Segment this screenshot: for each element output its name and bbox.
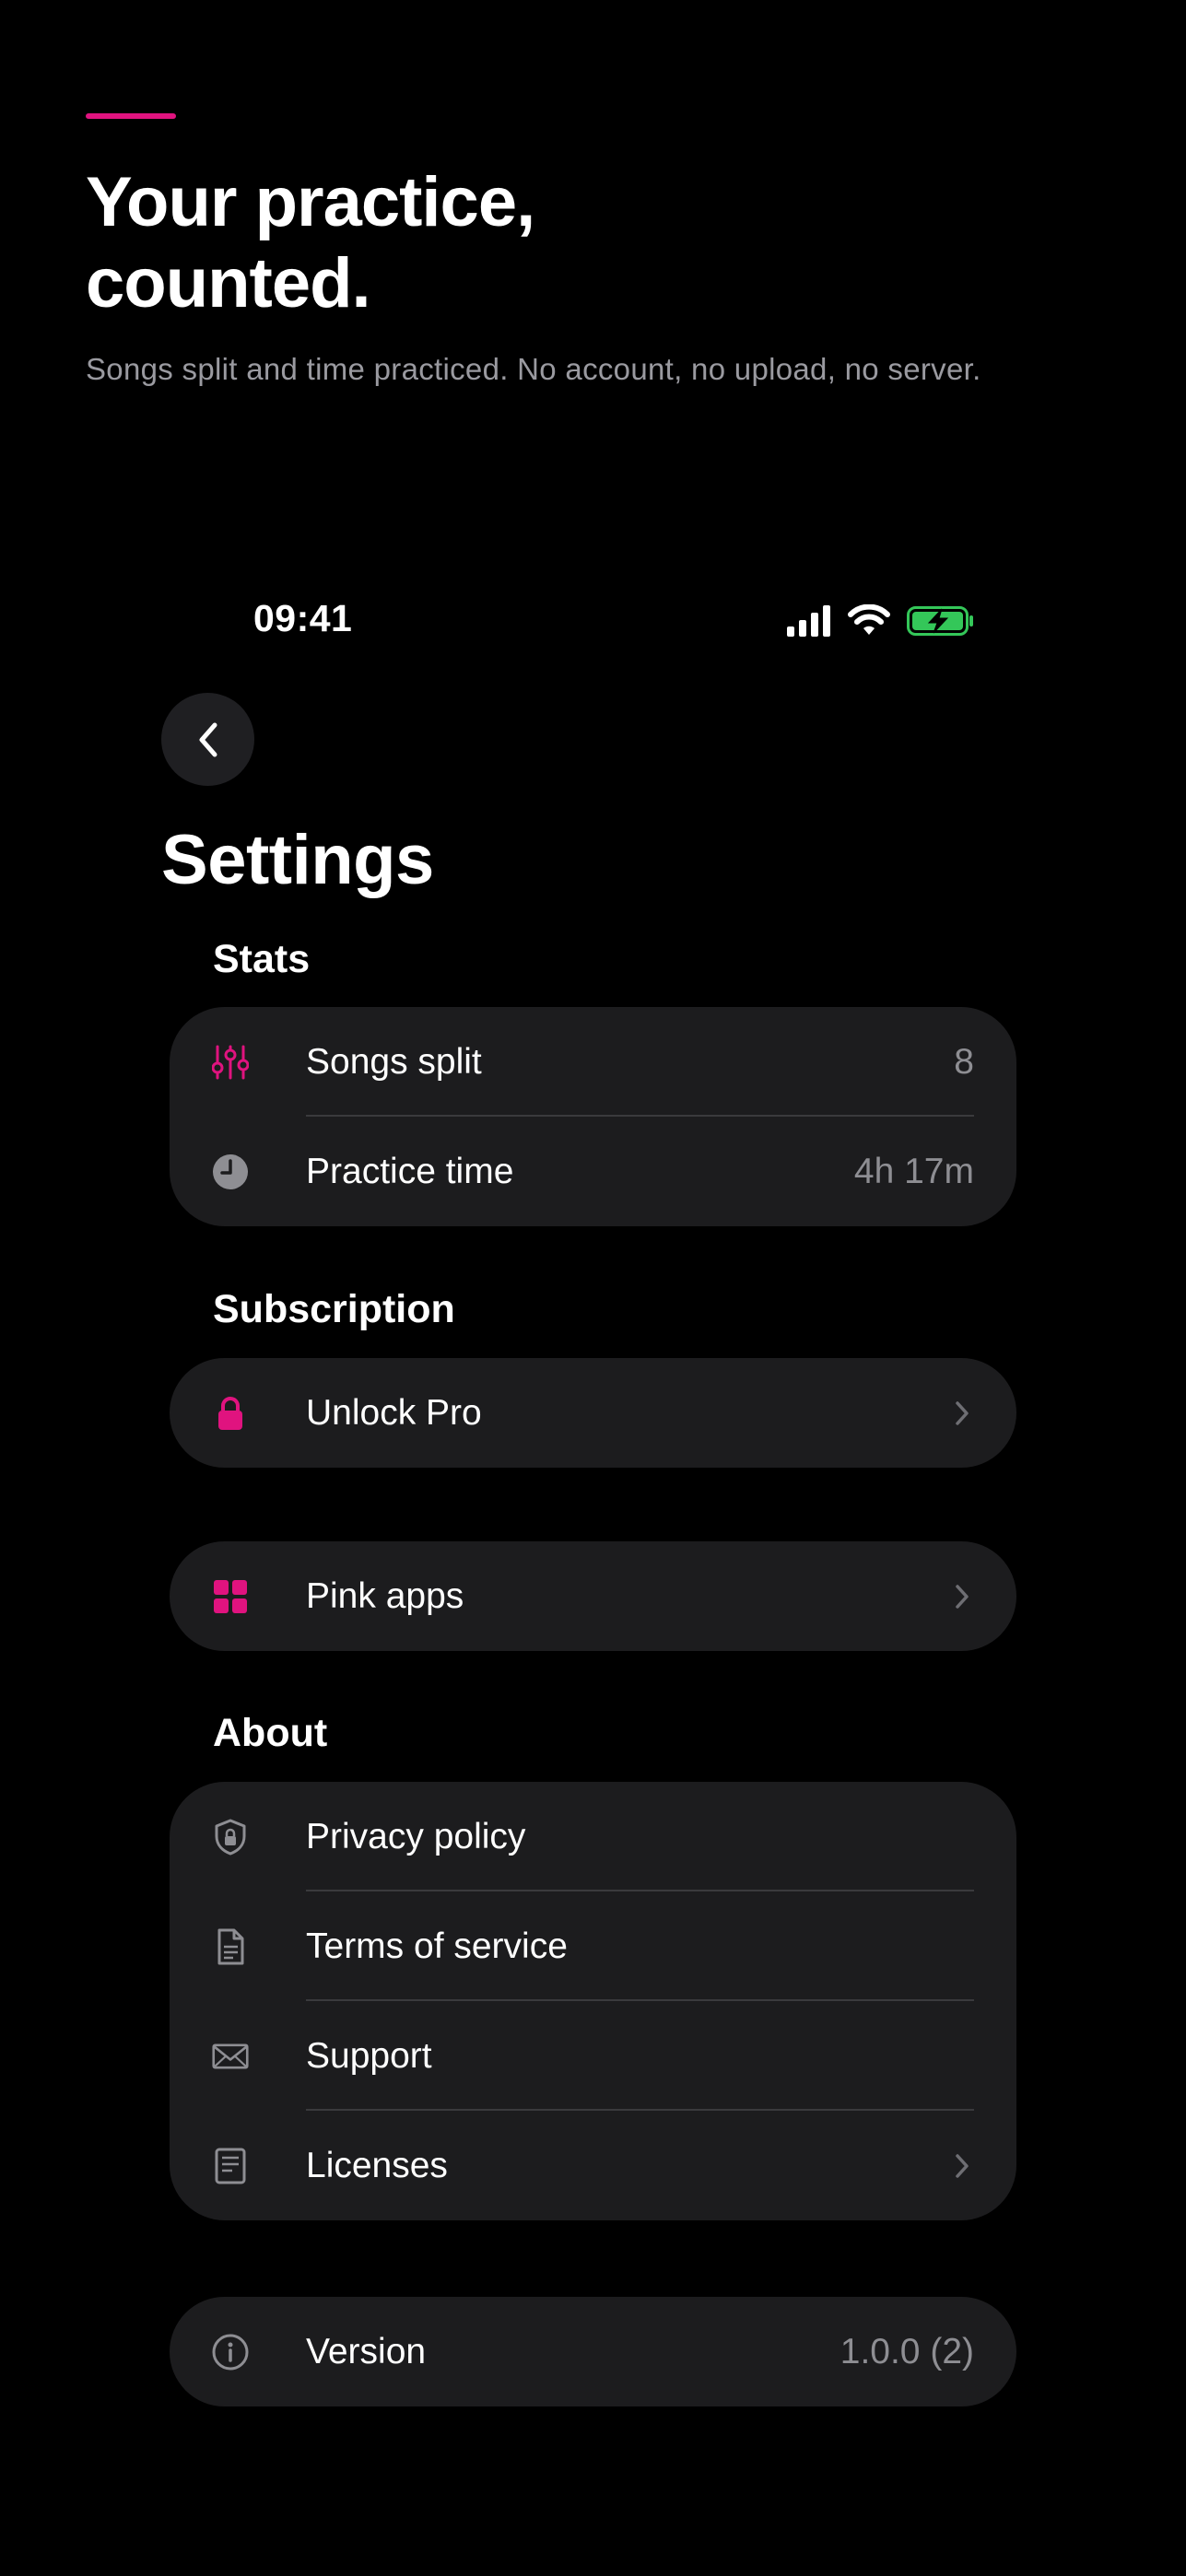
envelope-icon: [212, 2038, 249, 2075]
section-header-about: About: [213, 1711, 328, 1755]
back-button[interactable]: [161, 693, 254, 786]
document-icon: [212, 1928, 249, 1965]
licenses-row[interactable]: Licenses: [170, 2111, 1016, 2220]
version-value: 1.0.0 (2): [840, 2331, 974, 2371]
chevron-right-icon: [956, 1401, 969, 1425]
lock-icon: [212, 1395, 249, 1432]
notes-icon: [212, 2148, 249, 2184]
practice-time-label: Practice time: [306, 1151, 514, 1191]
version-card: Version 1.0.0 (2): [170, 2297, 1016, 2406]
unlock-pro-row[interactable]: Unlock Pro: [170, 1358, 1016, 1468]
unlock-pro-label: Unlock Pro: [306, 1392, 482, 1433]
status-icons: [787, 604, 975, 638]
support-label: Support: [306, 2035, 432, 2076]
section-header-stats: Stats: [213, 937, 311, 981]
chevron-right-icon: [956, 1585, 969, 1609]
grid-icon: [212, 1578, 249, 1615]
chevron-right-icon: [956, 2154, 969, 2178]
battery-charging-icon: [907, 606, 973, 636]
privacy-policy-label: Privacy policy: [306, 1816, 526, 1856]
section-header-subscription: Subscription: [213, 1287, 455, 1331]
info-icon: [212, 2334, 249, 2371]
hero-subhead: Songs split and time practiced. No accou…: [86, 352, 981, 386]
page-title: Settings: [161, 821, 434, 899]
terms-of-service-label: Terms of service: [306, 1926, 568, 1966]
sliders-icon: [212, 1044, 249, 1081]
practice-time-value: 4h 17m: [853, 1151, 974, 1191]
songs-split-label: Songs split: [306, 1041, 482, 1082]
hero-headline-line-1: Your practice,: [86, 163, 535, 241]
privacy-policy-row[interactable]: Privacy policy: [170, 1782, 1016, 1891]
accent-rule: [86, 113, 176, 119]
pink-apps-row[interactable]: Pink apps: [170, 1541, 1016, 1651]
songs-split-value: 8: [954, 1041, 974, 1082]
licenses-label: Licenses: [306, 2145, 448, 2185]
version-row: Version 1.0.0 (2): [170, 2297, 1016, 2406]
hero-headline: Your practice, counted.: [86, 162, 915, 324]
hero-headline-line-2: counted.: [86, 244, 371, 322]
stats-card: Songs split 8 Practice time 4h 17m: [170, 1007, 1016, 1226]
status-time: 09:41: [253, 597, 353, 639]
pink-apps-label: Pink apps: [306, 1575, 464, 1616]
apps-card: Pink apps: [170, 1541, 1016, 1651]
stats-row-songs-split: Songs split 8: [170, 1007, 1016, 1117]
shield-lock-icon: [212, 1819, 249, 1856]
stats-row-practice-time: Practice time 4h 17m: [170, 1117, 1016, 1226]
cellular-signal-icon: [787, 605, 830, 637]
subscription-card: Unlock Pro: [170, 1358, 1016, 1468]
support-row[interactable]: Support: [170, 2001, 1016, 2111]
chevron-left-icon: [199, 722, 217, 756]
clock-icon: [212, 1153, 249, 1190]
terms-of-service-row[interactable]: Terms of service: [170, 1891, 1016, 2001]
wifi-icon: [848, 604, 890, 635]
about-card: Privacy policy Terms of service Support: [170, 1782, 1016, 2220]
version-label: Version: [306, 2331, 427, 2371]
